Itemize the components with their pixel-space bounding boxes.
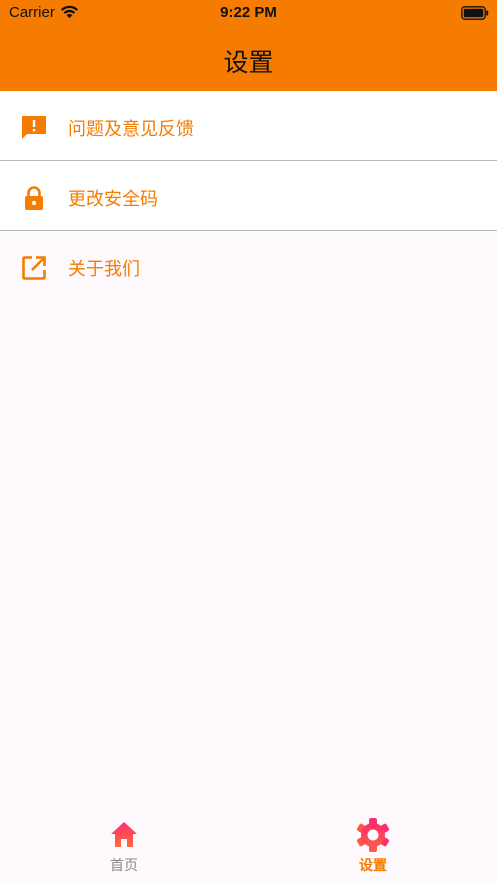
home-icon: [110, 821, 138, 852]
settings-item-feedback[interactable]: 问题及意见反馈: [0, 91, 497, 161]
tab-settings[interactable]: 设置: [249, 809, 497, 883]
tab-label: 首页: [110, 858, 138, 874]
tab-home[interactable]: 首页: [0, 809, 248, 883]
feedback-icon: [21, 115, 47, 141]
settings-item-label: 关于我们: [68, 259, 140, 280]
battery-icon: [461, 5, 489, 24]
settings-item-label: 问题及意见反馈: [68, 119, 194, 140]
settings-item-label: 更改安全码: [68, 189, 158, 210]
settings-list: 问题及意见反馈 更改安全码 关于我们: [0, 91, 497, 301]
page-title: 设置: [223, 48, 274, 77]
gear-icon: [355, 817, 391, 857]
top-bar: Carrier 9:22 PM 设置: [0, 0, 497, 91]
tab-label: 设置: [359, 858, 387, 874]
open-in-new-icon: [21, 255, 47, 281]
lock-icon: [21, 185, 47, 211]
status-bar: Carrier 9:22 PM: [0, 0, 497, 26]
tab-bar: 首页 设置: [0, 809, 497, 883]
settings-item-about-us[interactable]: 关于我们: [0, 231, 497, 301]
clock-label: 9:22 PM: [220, 4, 277, 21]
settings-item-change-passcode[interactable]: 更改安全码: [0, 161, 497, 231]
